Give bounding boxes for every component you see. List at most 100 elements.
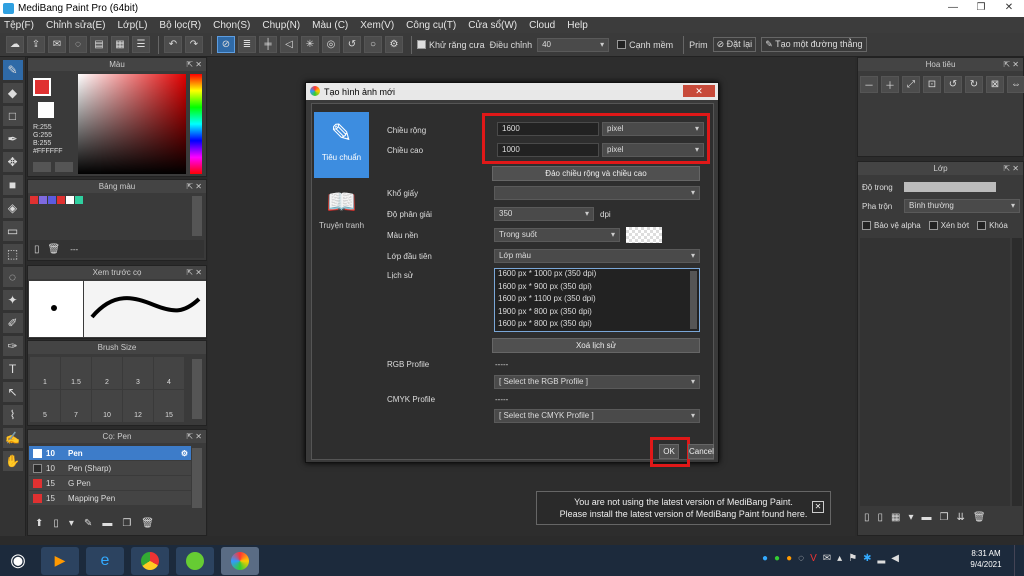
- size-cell[interactable]: 15: [154, 390, 184, 422]
- secondary-color-swatch[interactable]: [38, 102, 54, 118]
- tray-v-icon[interactable]: V: [810, 553, 817, 564]
- flip-icon[interactable]: ⇔: [1007, 76, 1024, 93]
- new-layer-icon[interactable]: ▯: [864, 512, 870, 523]
- menu-filter[interactable]: Bộ lọc(R): [159, 20, 201, 31]
- actual-size-icon[interactable]: ⊡: [923, 76, 941, 93]
- maximize-button[interactable]: ❐: [968, 0, 994, 16]
- clock[interactable]: 8:31 AM 9/4/2021: [964, 549, 1008, 569]
- new-layer-2-icon[interactable]: ▯: [878, 512, 884, 523]
- tray-check-icon[interactable]: ●: [774, 553, 780, 564]
- update-notice[interactable]: You are not using the latest version of …: [536, 491, 831, 525]
- size-cell[interactable]: 7: [61, 390, 91, 422]
- resolution-select[interactable]: 350: [494, 207, 594, 221]
- new-brush-icon[interactable]: ▯: [53, 518, 59, 529]
- menu-view[interactable]: Xem(V): [360, 20, 394, 31]
- eraser-tool-icon[interactable]: ◆: [2, 83, 23, 103]
- menu-window[interactable]: Cửa sổ(W): [468, 20, 517, 31]
- select-eraser-icon[interactable]: ✑: [2, 336, 23, 356]
- panel-close-icon[interactable]: ⇱ ✕: [1003, 162, 1019, 175]
- tab-standard[interactable]: ✎ Tiêu chuẩn: [314, 112, 369, 178]
- tray-flag-icon[interactable]: ⚑: [848, 553, 857, 564]
- menu-edit[interactable]: Chỉnh sửa(E): [46, 20, 106, 31]
- rotate-right-icon[interactable]: ↻: [965, 76, 983, 93]
- fit-icon[interactable]: ⤢: [902, 76, 920, 93]
- tray-volume-icon[interactable]: ◀: [891, 553, 899, 564]
- size-cell[interactable]: 10: [92, 390, 122, 422]
- pen-tool-icon[interactable]: ✒: [2, 129, 23, 149]
- history-item[interactable]: 1600 px * 900 px (350 dpi): [498, 282, 699, 295]
- tray-mail-icon[interactable]: ✉: [823, 553, 831, 564]
- tray-network-icon[interactable]: ▂: [878, 553, 886, 564]
- cmyk-profile-select[interactable]: [ Select the CMYK Profile ]: [494, 409, 700, 423]
- new-page-icon[interactable]: ▯: [34, 244, 40, 255]
- text-tool-icon[interactable]: T: [2, 359, 23, 379]
- cancel-button[interactable]: Cancel: [688, 444, 714, 459]
- menu-color[interactable]: Màu (C): [312, 20, 348, 31]
- menu-cloud[interactable]: Cloud: [529, 20, 555, 31]
- menu-help[interactable]: Help: [567, 20, 588, 31]
- undo-icon[interactable]: ↶: [164, 36, 182, 53]
- notice-close-button[interactable]: ✕: [812, 501, 824, 513]
- rotate-left-icon[interactable]: ↺: [944, 76, 962, 93]
- show-desktop-button[interactable]: [1014, 545, 1024, 576]
- color-mode-button-2[interactable]: [55, 162, 73, 172]
- list-icon[interactable]: ☰: [132, 36, 150, 53]
- palette-swatch[interactable]: [48, 196, 56, 204]
- bubble-icon[interactable]: ◌: [69, 36, 87, 53]
- bucket-tool-icon[interactable]: ◈: [2, 198, 23, 218]
- add-brush-icon[interactable]: ⬆: [35, 518, 43, 529]
- internet-explorer-icon[interactable]: e: [86, 546, 124, 575]
- select-tool-icon[interactable]: ⬚: [2, 244, 23, 264]
- folder-icon[interactable]: ▬: [102, 518, 112, 529]
- trash-icon[interactable]: 🗑: [141, 518, 154, 529]
- snap-ellipse-icon[interactable]: ○: [364, 36, 382, 53]
- background-color-swatch[interactable]: [626, 227, 662, 243]
- duplicate-layer-icon[interactable]: ❐: [940, 512, 949, 523]
- create-line-button[interactable]: ✎ Tạo một đường thẳng: [761, 37, 867, 52]
- history-item[interactable]: 1600 px * 800 px (350 dpi): [498, 319, 699, 331]
- merge-layer-icon[interactable]: ⇊: [956, 512, 964, 523]
- clear-history-button[interactable]: Xoá lịch sử: [492, 338, 700, 353]
- settings-icon[interactable]: ⚙: [385, 36, 403, 53]
- swap-button[interactable]: Đảo chiều rộng và chiều cao: [492, 166, 700, 181]
- size-cell[interactable]: 12: [123, 390, 153, 422]
- tray-shield-icon[interactable]: ●: [786, 553, 792, 564]
- edit-brush-icon[interactable]: ✎: [84, 518, 92, 529]
- trash-icon[interactable]: 🗑: [48, 244, 61, 255]
- color-field[interactable]: [78, 74, 186, 174]
- menu-select[interactable]: Chọn(S): [213, 20, 250, 31]
- move-tool-icon[interactable]: ✥: [2, 152, 23, 172]
- history-scrollbar[interactable]: [690, 271, 697, 329]
- cloud-icon[interactable]: ☁: [6, 36, 24, 53]
- snap-curve-icon[interactable]: ↺: [343, 36, 361, 53]
- tray-expand-icon[interactable]: ▴: [837, 553, 842, 564]
- protect-alpha-checkbox[interactable]: [862, 221, 871, 230]
- dropper-tool-icon[interactable]: ⌇: [2, 405, 23, 425]
- hue-slider[interactable]: [190, 74, 202, 174]
- zoom-out-icon[interactable]: －: [860, 76, 878, 93]
- minimize-button[interactable]: —: [940, 0, 966, 16]
- document-icon[interactable]: ▤: [90, 36, 108, 53]
- primary-color-swatch[interactable]: [33, 78, 51, 96]
- brush-tool-icon[interactable]: ✎: [2, 60, 23, 80]
- tray-bluetooth-icon[interactable]: ✱: [863, 553, 871, 564]
- brush-list-item[interactable]: 10 Pen (Sharp): [29, 461, 191, 475]
- history-item[interactable]: 1600 px * 1000 px (350 dpi): [498, 269, 699, 282]
- reset-button[interactable]: ⊘ Đặt lại: [712, 37, 757, 52]
- panel-close-icon[interactable]: ⇱ ✕: [186, 58, 202, 71]
- snap-vanish-icon[interactable]: ◁: [280, 36, 298, 53]
- size-cell[interactable]: 3: [123, 357, 153, 389]
- reset-view-icon[interactable]: ⊠: [986, 76, 1004, 93]
- panel-close-icon[interactable]: ⇱ ✕: [186, 266, 202, 279]
- snap-off-icon[interactable]: ⊘: [217, 36, 235, 53]
- palette-scrollbar[interactable]: [192, 196, 202, 236]
- brush-list-item[interactable]: 15 Mapping Pen: [29, 491, 191, 505]
- antialias-checkbox[interactable]: [417, 40, 426, 49]
- adjust-select[interactable]: 40: [537, 37, 610, 52]
- dialog-close-button[interactable]: ✕: [683, 85, 715, 97]
- layer-add-menu-icon[interactable]: ▾: [908, 512, 913, 523]
- history-item[interactable]: 1900 px * 800 px (350 dpi): [498, 307, 699, 320]
- history-item[interactable]: 1600 px * 1100 px (350 dpi): [498, 294, 699, 307]
- rgb-profile-select[interactable]: [ Select the RGB Profile ]: [494, 375, 700, 389]
- tray-app-icon[interactable]: ●: [762, 553, 768, 564]
